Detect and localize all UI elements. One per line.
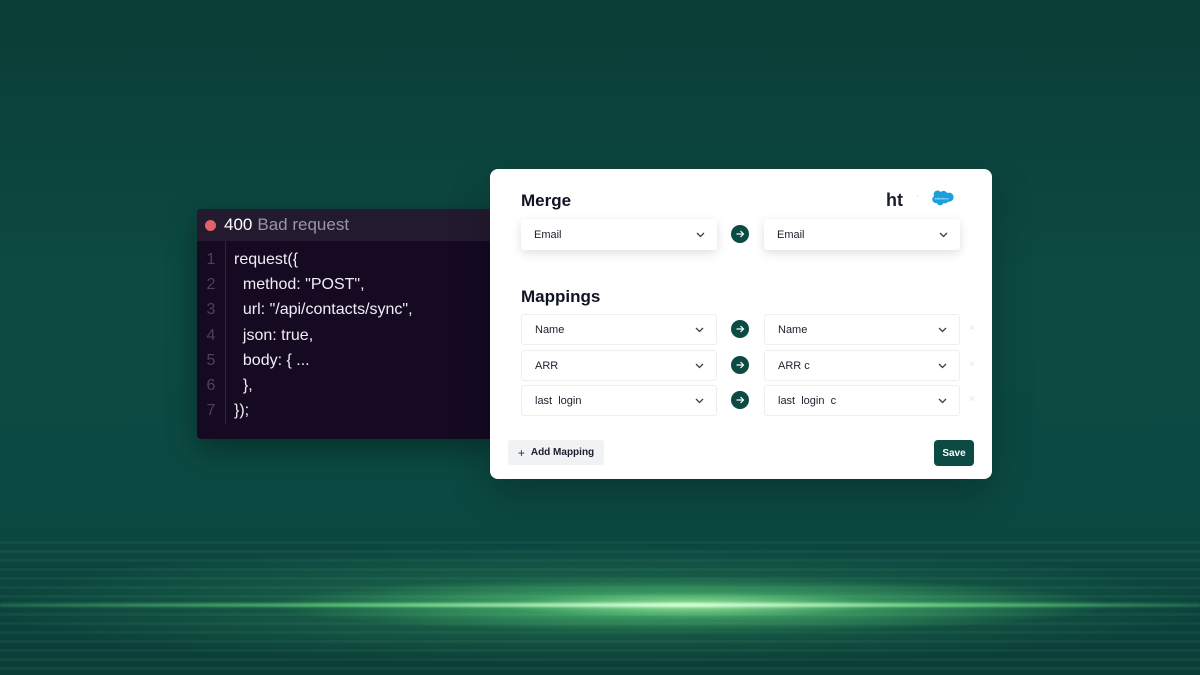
error-header: 400 Bad request — [197, 209, 497, 241]
line-number: 7 — [206, 402, 216, 420]
mappings-title: Mappings — [521, 287, 601, 306]
code-line: 1 request({ — [197, 247, 497, 272]
plus-icon: + — [517, 445, 525, 460]
add-mapping-label: Add Mapping — [530, 447, 595, 458]
code-text: url: "/api/contacts/sync", — [234, 301, 413, 319]
mapping-source-select[interactable]: ARR — [521, 350, 717, 381]
code-line: 5 body: { ... — [197, 348, 497, 373]
select-value: ARR c — [778, 359, 810, 372]
chevron-down-icon — [938, 363, 947, 368]
code-text: }, — [234, 377, 253, 395]
mapping-destination-select[interactable]: ARR c — [764, 350, 960, 381]
select-value: Name — [535, 323, 565, 336]
code-line: 2 method: "POST", — [197, 272, 497, 297]
code-line: 3 url: "/api/contacts/sync", — [197, 298, 497, 323]
line-number: 2 — [206, 275, 216, 293]
status-text: Bad request — [257, 215, 350, 234]
hightouch-logo: ht — [886, 190, 903, 210]
mapping-source-select[interactable]: last login — [521, 385, 717, 416]
error-status-dot — [205, 219, 216, 231]
add-mapping-button[interactable]: + Add Mapping — [508, 440, 604, 465]
code-text: request({ — [234, 250, 299, 268]
chevron-down-icon — [938, 327, 947, 332]
remove-mapping-icon[interactable]: × — [969, 394, 975, 405]
select-value: last login — [535, 394, 582, 407]
code-body: 1 request({ 2 method: "POST", 3 url: "/a… — [197, 241, 497, 425]
arrow-right-icon — [731, 391, 749, 409]
select-value: Email — [777, 228, 805, 241]
line-number: 6 — [206, 377, 216, 395]
arrow-right-icon — [731, 225, 749, 243]
chevron-down-icon — [939, 232, 948, 237]
save-button[interactable]: Save — [934, 440, 974, 466]
background-glow-line — [0, 603, 1200, 607]
chevron-down-icon — [695, 327, 704, 332]
merge-source-select[interactable]: Email — [521, 219, 717, 250]
code-text: body: { ... — [234, 351, 310, 369]
code-text: }); — [234, 402, 250, 420]
mapping-destination-select[interactable]: last login c — [764, 385, 960, 416]
line-number: 1 — [206, 250, 216, 268]
request-code-panel: 400 Bad request 1 request({ 2 method: "P… — [197, 209, 497, 439]
logo-separator: · — [916, 191, 920, 202]
select-value: Email — [534, 228, 562, 241]
status-code: 400 — [224, 215, 253, 234]
line-number: 5 — [206, 351, 216, 369]
merge-title: Merge — [521, 191, 572, 210]
remove-mapping-icon[interactable]: × — [969, 323, 975, 334]
mapping-destination-select[interactable]: Name — [764, 314, 960, 345]
select-value: last login c — [778, 394, 837, 407]
chevron-down-icon — [695, 363, 704, 368]
mapping-source-select[interactable]: Name — [521, 314, 717, 345]
arrow-right-icon — [731, 320, 749, 338]
svg-text:salesforce: salesforce — [935, 196, 949, 200]
line-number: 4 — [206, 326, 216, 344]
code-text: json: true, — [234, 326, 314, 344]
salesforce-cloud-icon: salesforce — [932, 189, 956, 212]
gutter-divider — [225, 241, 226, 425]
remove-mapping-icon[interactable]: × — [969, 359, 975, 370]
code-line: 4 json: true, — [197, 323, 497, 348]
sync-mapping-card: Merge ht · salesforce Email Email Mappin… — [490, 169, 992, 479]
select-value: ARR — [535, 359, 559, 372]
merge-destination-select[interactable]: Email — [764, 219, 960, 250]
code-line: 7 }); — [197, 399, 497, 424]
code-line: 6 }, — [197, 373, 497, 398]
chevron-down-icon — [696, 232, 705, 237]
chevron-down-icon — [695, 398, 704, 403]
chevron-down-icon — [938, 398, 947, 403]
select-value: Name — [778, 323, 808, 336]
line-number: 3 — [206, 301, 216, 319]
code-text: method: "POST", — [234, 275, 365, 293]
arrow-right-icon — [731, 356, 749, 374]
